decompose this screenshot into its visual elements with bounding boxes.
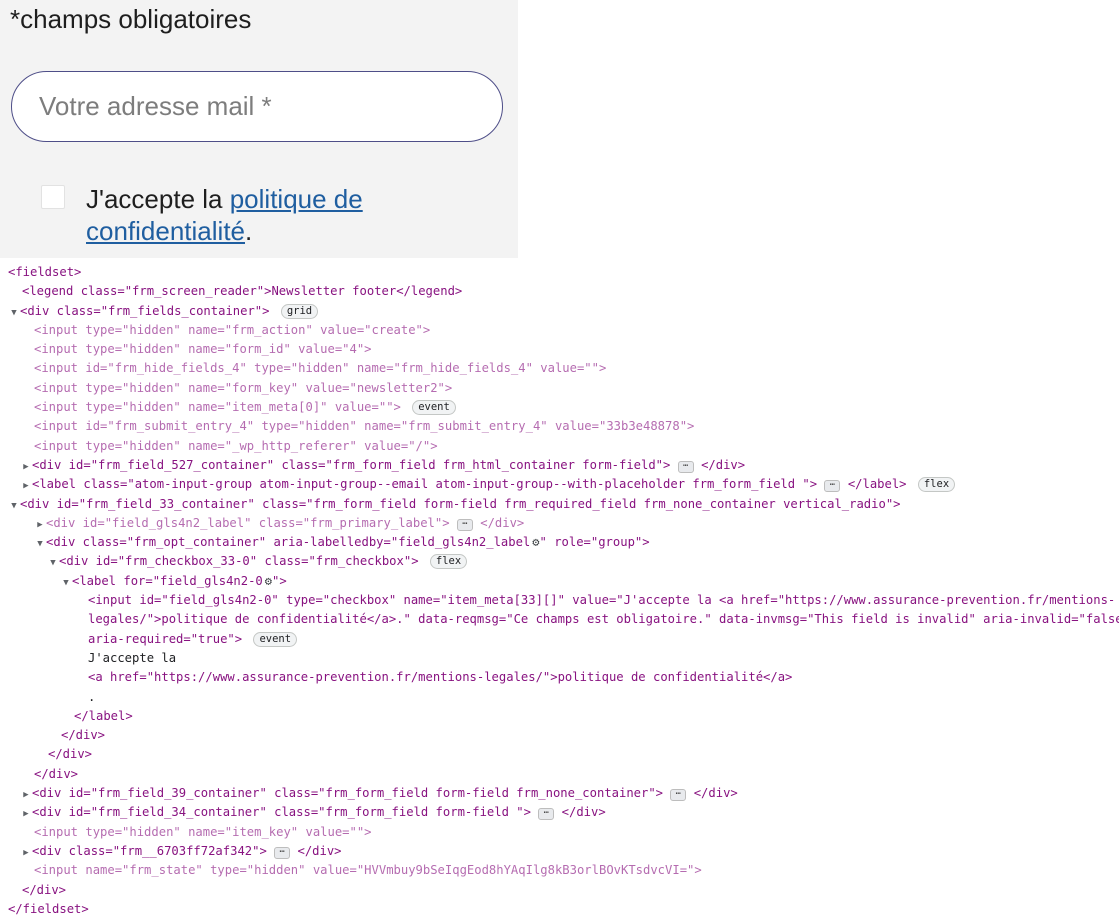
dom-node-hidden-input[interactable]: <input id="frm_submit_entry_4" type="hid… xyxy=(0,417,1119,436)
dom-node-opt-container[interactable]: ▼ <div class="frm_opt_container" aria-lab… xyxy=(0,533,1119,552)
node-text: <div id="frm_checkbox_33-0" class="frm_c… xyxy=(59,554,419,569)
node-text: <div class="frm__6703ff72af342"> xyxy=(32,843,267,858)
node-text: <input type="hidden" name="frm_action" v… xyxy=(34,322,431,337)
dom-node-field-34[interactable]: ▶ <div id="frm_field_34_container" class=… xyxy=(0,803,1119,822)
node-text: <input id="frm_hide_fields_4" type="hidd… xyxy=(34,361,607,376)
gear-icon[interactable]: ⚙ xyxy=(532,533,539,552)
consent-label: J'accepte la politique de confidentialit… xyxy=(86,183,506,247)
node-text-end: "> xyxy=(272,573,287,588)
dom-node-close[interactable]: </div> xyxy=(0,765,1119,784)
consent-suffix: . xyxy=(245,216,253,246)
ellipsis-icon[interactable]: ⋯ xyxy=(824,480,841,493)
ellipsis-icon[interactable]: ⋯ xyxy=(456,518,473,531)
node-text: <input id="frm_submit_entry_4" type="hid… xyxy=(34,419,695,434)
node-text: <input type="hidden" name="form_key" val… xyxy=(34,380,453,395)
node-text: J'accepte la xyxy=(88,650,177,665)
node-text: <label for="field_gls4n2-0 xyxy=(72,573,263,588)
ellipsis-icon[interactable]: ⋯ xyxy=(677,460,694,473)
node-text: <div id="field_gls4n2_label" class="frm_… xyxy=(46,515,450,530)
node-text: <div class="frm_opt_container" aria-labe… xyxy=(46,535,531,550)
node-text: <fieldset> xyxy=(8,265,82,279)
dom-node-hidden-input[interactable]: <input type="hidden" name="form_key" val… xyxy=(0,379,1119,398)
node-text: aria-required="true"> xyxy=(88,631,243,646)
node-text: </fieldset> xyxy=(8,901,89,916)
consent-checkbox[interactable] xyxy=(41,185,65,209)
dom-node-checkbox-input-wrap[interactable]: legales/">politique de confidentialité</… xyxy=(0,610,1119,629)
node-close-text: </div> xyxy=(701,457,746,472)
node-text: <input id="field_gls4n2-0" type="checkbo… xyxy=(88,593,1116,608)
node-text-end: " role="group"> xyxy=(539,535,650,550)
dom-node-hidden-input[interactable]: <input type="hidden" name="_wp_http_refe… xyxy=(0,437,1119,456)
dom-node-hidden-input[interactable]: <input id="frm_hide_fields_4" type="hidd… xyxy=(0,359,1119,378)
dom-node-legend[interactable]: <legend class="frm_screen_reader">Newsle… xyxy=(0,282,1119,301)
devtools-elements-tree: <fieldset> <legend class="frm_screen_rea… xyxy=(0,263,1119,919)
gear-icon[interactable]: ⚙ xyxy=(265,572,272,591)
dom-node-close[interactable]: </div> xyxy=(0,745,1119,764)
node-text: <div id="frm_field_34_container" class="… xyxy=(32,805,531,820)
dom-node-close[interactable]: </label> xyxy=(0,707,1119,726)
dom-node-hidden-input[interactable]: <input type="hidden" name="item_meta[0]"… xyxy=(0,398,1119,417)
node-text: <input type="hidden" name="item_meta[0]"… xyxy=(34,400,401,415)
dom-node-fields-container[interactable]: ▼ <div class="frm_fields_container"> grid xyxy=(0,302,1119,321)
flex-badge[interactable]: flex xyxy=(917,477,956,493)
node-text: <input type="hidden" name="item_key" val… xyxy=(34,824,372,839)
node-text: <div class="frm_fields_container"> xyxy=(20,303,270,318)
ellipsis-icon[interactable]: ⋯ xyxy=(670,789,687,802)
node-text: </div> xyxy=(22,882,67,897)
dom-node-checkbox-div[interactable]: ▼ <div id="frm_checkbox_33-0" class="frm_… xyxy=(0,552,1119,571)
dom-node-checkbox-label[interactable]: ▼ <label for="field_gls4n2-0 ⚙"> xyxy=(0,572,1119,591)
dom-node-checkbox-input-wrap[interactable]: aria-required="true"> event xyxy=(0,630,1119,649)
node-close-text: </div> xyxy=(297,843,342,858)
node-text: <input type="hidden" name="_wp_http_refe… xyxy=(34,438,438,453)
dom-node-honeypot-div[interactable]: ▶ <div class="frm__6703ff72af342"> ⋯ </di… xyxy=(0,842,1119,861)
dom-node-hidden-input[interactable]: <input type="hidden" name="form_id" valu… xyxy=(0,340,1119,359)
ellipsis-icon[interactable]: ⋯ xyxy=(274,846,291,859)
consent-prefix: J'accepte la xyxy=(86,184,230,214)
node-text: </div> xyxy=(34,766,79,781)
node-close-text: </div> xyxy=(693,786,738,801)
dom-node-hidden-input[interactable]: <input name="frm_state" type="hidden" va… xyxy=(0,861,1119,880)
node-text: <a href="https://www.assurance-preventio… xyxy=(88,670,793,685)
node-close-text: </div> xyxy=(480,515,525,530)
dom-node-fieldset-open[interactable]: <fieldset> xyxy=(0,263,1119,282)
node-text: <input name="frm_state" type="hidden" va… xyxy=(34,863,702,878)
node-text: <div id="frm_field_39_container" class="… xyxy=(32,786,664,801)
node-text: <label class="atom-input-group atom-inpu… xyxy=(32,477,818,492)
dom-node-hidden-input[interactable]: <input type="hidden" name="frm_action" v… xyxy=(0,321,1119,340)
node-text: </div> xyxy=(48,747,93,762)
form-preview: *champs obligatoires J'accepte la politi… xyxy=(0,0,518,258)
node-text: <legend class="frm_screen_reader">Newsle… xyxy=(22,284,463,299)
email-input[interactable] xyxy=(11,71,503,142)
dom-node-close[interactable]: </div> xyxy=(0,726,1119,745)
node-close-text: </div> xyxy=(561,805,606,820)
dom-node-fieldset-close[interactable]: </fieldset> xyxy=(0,900,1119,919)
ellipsis-icon[interactable]: ⋯ xyxy=(538,808,555,821)
grid-badge[interactable]: grid xyxy=(280,303,319,319)
node-text: <div id="frm_field_33_container" class="… xyxy=(20,496,901,511)
dom-node-anchor[interactable]: <a href="https://www.assurance-preventio… xyxy=(0,668,1119,687)
dom-node-hidden-input[interactable]: <input type="hidden" name="item_key" val… xyxy=(0,823,1119,842)
dom-node-close[interactable]: </div> xyxy=(0,881,1119,900)
event-badge[interactable]: event xyxy=(412,400,456,416)
required-fields-note: *champs obligatoires xyxy=(10,4,252,34)
node-text: <input type="hidden" name="form_id" valu… xyxy=(34,342,372,357)
dom-node-checkbox-input[interactable]: <input id="field_gls4n2-0" type="checkbo… xyxy=(0,591,1119,610)
node-close-text: </label> xyxy=(847,477,907,492)
dom-node-primary-label[interactable]: ▶ <div id="field_gls4n2_label" class="frm… xyxy=(0,514,1119,533)
dom-node-field-33[interactable]: ▼ <div id="frm_field_33_container" class=… xyxy=(0,495,1119,514)
dom-text-node[interactable]: . xyxy=(0,688,1119,707)
event-badge[interactable]: event xyxy=(253,631,298,647)
dom-node-email-label[interactable]: ▶ <label class="atom-input-group atom-inp… xyxy=(0,475,1119,494)
dom-node-field-527[interactable]: ▶ <div id="frm_field_527_container" class… xyxy=(0,456,1119,475)
dom-node-field-39[interactable]: ▶ <div id="frm_field_39_container" class=… xyxy=(0,784,1119,803)
dom-text-node[interactable]: J'accepte la xyxy=(0,649,1119,668)
node-text: <div id="frm_field_527_container" class=… xyxy=(32,457,671,472)
node-text: </label> xyxy=(74,708,133,723)
node-text: legales/">politique de confidentialité</… xyxy=(88,612,1119,627)
flex-badge[interactable]: flex xyxy=(429,554,468,570)
node-text: </div> xyxy=(61,728,106,743)
node-text: . xyxy=(88,689,96,704)
